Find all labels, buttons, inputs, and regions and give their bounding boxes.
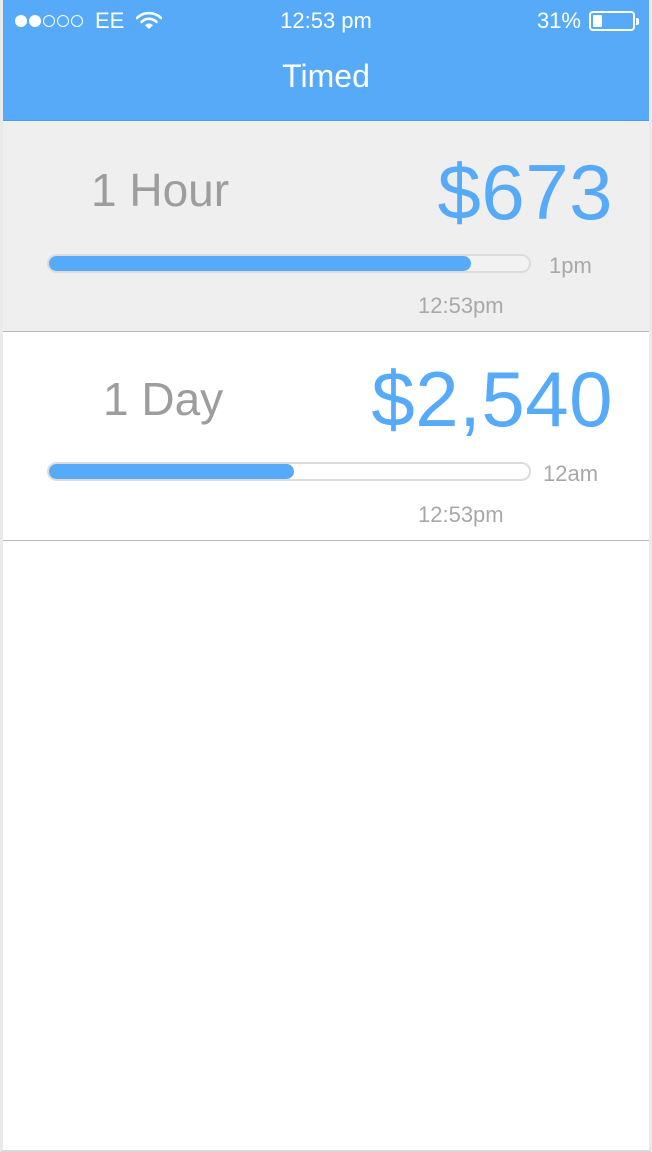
progress-track <box>47 462 531 481</box>
top-bar: EE 12:53 pm 31% Timed <box>3 0 649 121</box>
battery-nub <box>636 18 639 25</box>
timer-amount: $673 <box>437 148 613 236</box>
progress-bar <box>49 256 472 271</box>
timer-amount: $2,540 <box>371 355 613 443</box>
app-screen: EE 12:53 pm 31% Timed 1 Hour $673 1pm 12… <box>0 0 652 1152</box>
battery-icon <box>589 11 639 31</box>
battery-fill <box>593 15 603 27</box>
status-right: 31% <box>536 8 639 34</box>
progress-bar <box>49 464 294 479</box>
page-title: Timed <box>282 58 370 94</box>
status-bar: EE 12:53 pm 31% <box>3 0 649 42</box>
progress-end-label: 12am <box>543 461 599 486</box>
timer-row-hour[interactable]: 1 Hour $673 1pm 12:53pm <box>3 121 649 332</box>
current-time-label: 12:53pm <box>418 293 504 318</box>
timer-period: 1 Hour <box>91 164 230 216</box>
battery-percent: 31% <box>536 8 581 33</box>
progress-track <box>47 254 531 273</box>
timer-period: 1 Day <box>103 373 224 425</box>
current-time-label: 12:53pm <box>418 502 504 527</box>
timer-row-day[interactable]: 1 Day $2,540 12am 12:53pm <box>3 332 649 541</box>
progress-end-label: 1pm <box>549 253 592 278</box>
